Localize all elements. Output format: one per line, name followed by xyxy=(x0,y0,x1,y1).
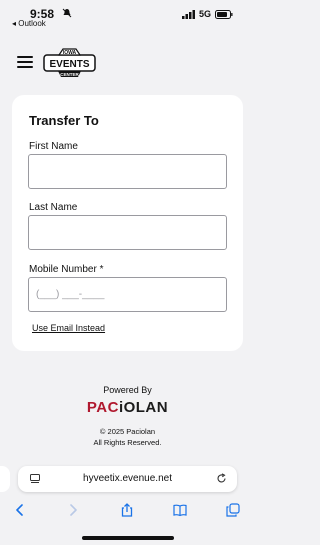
copyright-line: © 2025 Paciolan xyxy=(99,427,156,436)
first-name-label: First Name xyxy=(29,141,78,152)
transfer-form-card: Transfer To First Name Last Name Mobile … xyxy=(12,95,243,351)
use-email-instead-link[interactable]: Use Email Instead xyxy=(32,323,105,333)
footer: Powered By PACiOLAN © 2025 Paciolan All … xyxy=(0,385,255,448)
url-text[interactable]: hyveetix.evenue.net xyxy=(18,473,237,484)
previous-tab-edge[interactable] xyxy=(0,466,10,492)
bell-muted-icon xyxy=(62,8,72,18)
network-type: 5G xyxy=(199,9,212,19)
brand-pac: PAC xyxy=(86,399,119,416)
forward-icon[interactable] xyxy=(66,503,80,517)
last-name-label: Last Name xyxy=(29,202,78,213)
reload-icon[interactable] xyxy=(216,473,227,484)
hamburger-menu-icon[interactable] xyxy=(17,56,33,68)
battery-icon xyxy=(215,10,233,19)
back-icon[interactable] xyxy=(13,503,27,517)
back-to-app-link[interactable]: ◂ Outlook xyxy=(12,19,46,28)
rights-line: All Rights Reserved. xyxy=(93,438,162,447)
form-title: Transfer To xyxy=(29,113,99,128)
brand-rest: iOLAN xyxy=(118,399,169,416)
mobile-number-label: Mobile Number * xyxy=(29,264,104,275)
last-name-input[interactable] xyxy=(28,215,227,250)
mobile-number-input[interactable] xyxy=(28,277,227,312)
paciolan-logo[interactable]: PACiOLAN xyxy=(0,399,255,416)
logo-line-3: CENTER xyxy=(60,72,79,77)
powered-by-text: Powered By xyxy=(103,385,152,395)
home-indicator xyxy=(82,536,174,540)
copyright-text: © 2025 Paciolan All Rights Reserved. xyxy=(0,426,255,448)
app-header: IOWA EVENTS CENTER xyxy=(0,32,255,88)
first-name-input[interactable] xyxy=(28,154,227,189)
browser-toolbar xyxy=(0,496,255,526)
logo-line-2: EVENTS xyxy=(49,59,89,70)
bookmarks-icon[interactable] xyxy=(173,503,187,517)
address-bar[interactable]: hyveetix.evenue.net xyxy=(18,466,237,492)
tabs-icon[interactable] xyxy=(226,503,240,517)
iowa-events-center-logo[interactable]: IOWA EVENTS CENTER xyxy=(43,46,96,80)
status-bar: 9:58 ◂ Outlook 5G xyxy=(0,0,255,32)
cellular-signal-icon xyxy=(182,10,195,19)
logo-line-1: IOWA xyxy=(63,50,77,56)
share-icon[interactable] xyxy=(120,503,134,517)
